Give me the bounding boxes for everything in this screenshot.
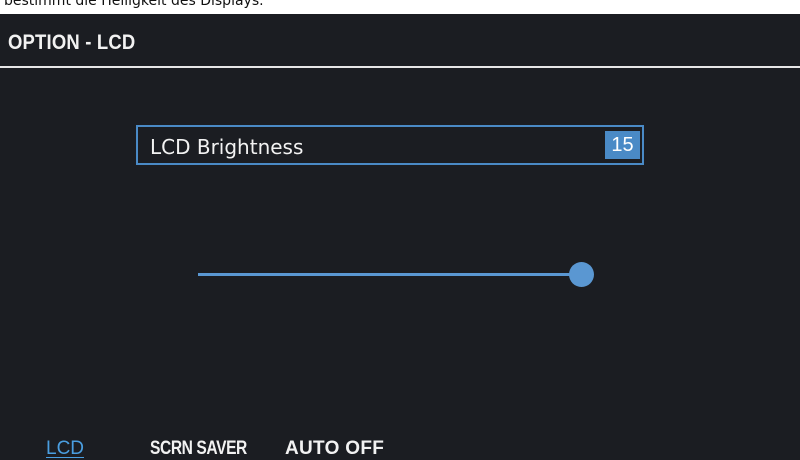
parameter-label: LCD Brightness [150,135,304,159]
header-bar: OPTION - LCD [0,14,800,68]
slider-knob[interactable] [569,262,594,287]
brightness-slider[interactable] [198,260,598,290]
lcd-brightness-parameter[interactable]: LCD Brightness 15 [136,125,644,165]
page-title: OPTION - LCD [8,31,136,54]
lcd-screen: OPTION - LCD LCD Brightness 15 LCD SCRN … [0,14,800,460]
caption-strip: bestimmt die Helligkeit des Displays. [0,0,800,14]
tab-bar: LCD SCRN SAVER AUTO OFF [0,438,800,460]
caption-text: bestimmt die Helligkeit des Displays. [4,0,264,9]
tab-scrn-saver[interactable]: SCRN SAVER [150,438,247,460]
tab-auto-off[interactable]: AUTO OFF [285,438,384,460]
parameter-value[interactable]: 15 [605,131,640,159]
tab-lcd[interactable]: LCD [46,438,84,460]
slider-fill [198,273,581,276]
